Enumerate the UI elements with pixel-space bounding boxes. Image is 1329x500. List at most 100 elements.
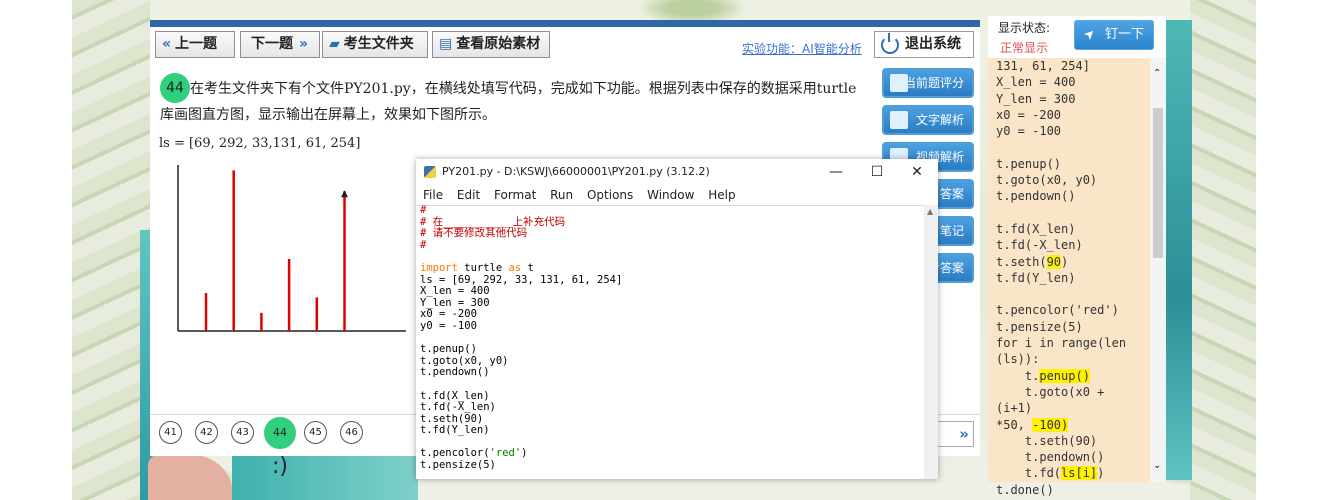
exit-system-button[interactable]: 退出系统 <box>874 31 974 58</box>
pin-button[interactable]: 钉一下 <box>1074 20 1154 50</box>
idle-menu-bar: File Edit Format Run Options Window Help <box>416 185 938 206</box>
code-line: t.goto(x0, y0) <box>420 354 509 367</box>
menu-file[interactable]: File <box>423 188 443 202</box>
text-analysis-label: 文字解析 <box>915 113 964 127</box>
display-status-label: 显示状态: <box>998 21 1051 35</box>
text-analysis-button[interactable]: 文字解析 <box>882 105 974 135</box>
next-page-button[interactable]: » <box>936 421 974 447</box>
examinee-folder-label: 考生文件夹 <box>343 36 414 52</box>
idle-scrollbar[interactable]: ▲ <box>924 205 938 479</box>
view-source-button[interactable]: ▤ 查看原始素材 <box>432 31 550 58</box>
answer-label: 答案 <box>939 187 964 201</box>
answer-code-line: t.penup() <box>996 156 1062 171</box>
code-line: import turtle as t <box>420 261 534 274</box>
save-icon <box>890 74 908 92</box>
score-current-button[interactable]: 当前题评分 <box>882 68 974 98</box>
answer-code: 131, 61, 254] X_len = 400 Y_len = 300 x0 = … <box>996 58 1146 497</box>
code-line: ls = [69, 292, 33, 131, 61, 254] <box>420 273 623 286</box>
question-nav-41[interactable]: 41 <box>159 421 182 444</box>
answer-code-line: *50, -100) <box>996 417 1069 432</box>
chevron-down-icon[interactable]: ⌄ <box>1153 460 1161 471</box>
answer-code-line: t.fd(ls[i]) <box>996 466 1105 481</box>
answer-code-line: t.penup() <box>996 368 1090 383</box>
idle-window-title: PY201.py - D:\KSWJ\66000001\PY201.py (3.… <box>442 165 710 178</box>
score-current-label: 当前题评分 <box>903 76 964 90</box>
double-chevron-left-icon: « <box>162 36 172 52</box>
highlighted-answer: ls[i] <box>1061 466 1098 481</box>
question-number-badge: 44 <box>160 73 190 103</box>
code-line: t.pensize(5) <box>420 459 496 472</box>
answer-code-line: t.fd(Y_len) <box>996 270 1076 285</box>
answer-code-line: t.goto(x0, y0) <box>996 173 1098 188</box>
power-icon <box>881 33 899 54</box>
ai-analysis-link[interactable]: 实验功能：AI智能分析 <box>742 40 862 57</box>
answer-code-line: X_len = 400 <box>996 75 1076 90</box>
answer-code-line: x0 = -200 <box>996 107 1062 122</box>
scroll-up-icon[interactable]: ▲ <box>927 207 933 216</box>
menu-window[interactable]: Window <box>647 188 694 202</box>
leaf-decoration-right <box>1190 0 1256 500</box>
code-line: # <box>420 238 427 251</box>
scroll-thumb[interactable] <box>1153 108 1163 258</box>
code-editor[interactable]: # # 在___________上补充代码 # 请不要修改其他代码 # import t… <box>420 204 920 479</box>
maximize-icon[interactable]: ☐ <box>857 159 897 185</box>
menu-edit[interactable]: Edit <box>457 188 480 202</box>
highlighted-answer: penup() <box>1039 368 1090 383</box>
pin-label: 钉一下 <box>1105 27 1145 42</box>
close-icon[interactable]: ✕ <box>897 159 937 185</box>
menu-help[interactable]: Help <box>708 188 735 202</box>
question-nav-46[interactable]: 46 <box>340 421 363 444</box>
python-icon <box>424 166 436 178</box>
code-line: x0 = -200 <box>420 308 477 321</box>
question-nav-44-current[interactable]: 44 <box>264 417 296 449</box>
answer-scrollbar[interactable]: ⌃ ⌄ <box>1150 58 1166 482</box>
menu-run[interactable]: Run <box>550 188 573 202</box>
answer-code-line: t.pencolor('red') <box>996 303 1119 318</box>
background-figure-teal <box>232 455 418 500</box>
highlighted-answer: 90 <box>1046 254 1062 269</box>
prev-question-button[interactable]: «上一题 <box>155 31 235 58</box>
answer-code-line: y0 = -100 <box>996 124 1062 139</box>
minimize-icon[interactable]: — <box>816 159 856 185</box>
code-line: # <box>420 204 427 216</box>
view-source-label: 查看原始素材 <box>456 36 541 52</box>
text-icon <box>890 111 908 129</box>
menu-format[interactable]: Format <box>494 188 536 202</box>
answer-code-line <box>996 139 1146 155</box>
chevron-up-icon[interactable]: ⌃ <box>1153 68 1161 79</box>
question-nav-42[interactable]: 42 <box>195 421 218 444</box>
next-question-label: 下一题 <box>251 36 293 52</box>
folder-icon: ▰ <box>329 36 340 52</box>
notes-label: 笔记 <box>939 224 964 238</box>
answer-code-line: t.goto(x0 + (i+1) <box>996 384 1112 416</box>
highlighted-answer: -100) <box>1032 417 1069 432</box>
question-nav-45[interactable]: 45 <box>304 421 327 444</box>
display-status-value: 正常显示 <box>1000 41 1049 55</box>
idle-title-bar[interactable]: PY201.py - D:\KSWJ\66000001\PY201.py (3.… <box>416 159 938 185</box>
document-icon: ▤ <box>439 36 453 52</box>
question-text: 在考生文件夹下有个文件PY201.py，在横线处填写代码，完成如下功能。根据列表… <box>160 81 857 123</box>
question-nav-43[interactable]: 43 <box>231 421 254 444</box>
answer-code-line: t.done() <box>996 482 1054 497</box>
answer-code-line: (ls)): <box>996 352 1040 367</box>
code-line: t.fd(Y_len) <box>420 424 490 437</box>
double-chevron-right-icon: » <box>299 36 309 52</box>
answer-code-line: t.pendown() <box>996 450 1105 465</box>
code-line: Y_len = 300 <box>420 296 490 309</box>
answer-code-line: 131, 61, 254] <box>996 59 1090 73</box>
answer-code-line: t.fd(X_len) <box>996 221 1076 236</box>
question-list-line: ls = [69, 292, 33,131, 61, 254] <box>159 136 361 151</box>
answer-code-line: t.seth(90) <box>996 254 1069 269</box>
code-line: t.seth(90) <box>420 412 484 425</box>
prev-question-label: 上一题 <box>175 36 218 52</box>
answer-code-line: t.pendown() <box>996 189 1076 204</box>
next-question-button[interactable]: 下一题 » <box>240 31 320 58</box>
examinee-folder-button[interactable]: ▰ 考生文件夹 <box>322 31 428 58</box>
menu-options[interactable]: Options <box>587 188 633 202</box>
answer-code-line: t.fd(-X_len) <box>996 238 1083 253</box>
exit-system-label: 退出系统 <box>905 36 961 52</box>
code-line: t.pendown() <box>420 366 490 379</box>
leaf-decoration-left <box>72 0 150 500</box>
